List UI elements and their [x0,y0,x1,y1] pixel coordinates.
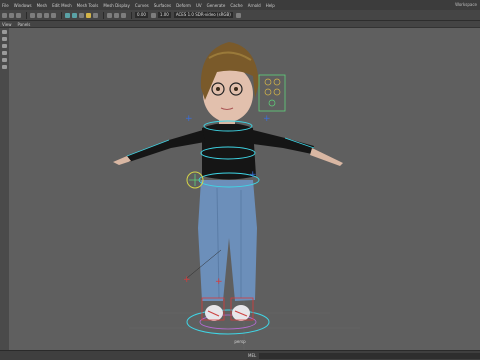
menu-help[interactable]: Help [266,3,275,8]
menu-mesh-tools[interactable]: Mesh Tools [77,3,99,8]
menu-edit-mesh[interactable]: Edit Mesh [52,3,72,8]
tool-box [0,28,9,350]
face-control-panel[interactable] [258,74,286,112]
left-shoulder-pole-marker[interactable]: + [185,114,193,124]
menu-mesh-display[interactable]: Mesh Display [103,3,130,8]
wireframe-icon[interactable] [65,12,70,18]
lights-icon[interactable] [86,12,91,18]
gate-mask-icon[interactable] [51,12,56,18]
gamma-field[interactable]: 1.00 [157,12,171,18]
panel-menu-panels[interactable]: Panels [18,22,31,27]
select-tool-icon[interactable] [2,30,7,34]
film-gate-icon[interactable] [37,12,42,18]
scale-tool-icon[interactable] [2,65,7,69]
mel-label[interactable]: MEL [248,353,256,358]
menu-curves[interactable]: Curves [135,3,149,8]
black-top [202,123,256,180]
root-control[interactable] [186,309,270,335]
jeans [198,180,257,301]
right-knee-pole-control[interactable]: + [215,277,223,287]
menu-mesh[interactable]: Mesh [37,3,48,8]
right-hand [310,148,343,166]
left-eye [216,87,220,91]
workspace-selector[interactable]: Workspace [455,2,477,7]
colorspace-dropdown[interactable]: ACES 1.0 SDR-video (sRGB) [173,12,233,18]
rotate-tool-icon[interactable] [2,58,7,62]
face-control[interactable] [268,99,276,107]
viewport-persp[interactable]: + + + + + [9,28,480,350]
textured-icon[interactable] [79,12,84,18]
face-control[interactable] [264,78,272,86]
menu-file[interactable]: File [2,3,9,8]
panel-menu-view[interactable]: View [2,22,12,27]
left-knee-pole-control[interactable]: + [183,275,191,285]
menu-surfaces[interactable]: Surfaces [154,3,171,8]
exposure-field[interactable]: 0.00 [135,12,148,18]
camera-name-label: persp [234,339,246,344]
right-eye [234,87,238,91]
xray-icon[interactable] [107,12,112,18]
gamma-icon[interactable] [150,12,156,18]
color-management-icon[interactable] [235,12,241,18]
left-shoe [205,305,223,321]
smooth-shade-icon[interactable] [72,12,77,18]
paint-select-icon[interactable] [2,44,7,48]
command-input[interactable] [259,352,480,359]
toolbar-divider [26,11,27,19]
lasso-tool-icon[interactable] [2,37,7,41]
resolution-gate-icon[interactable] [44,12,49,18]
spine-pole-marker[interactable]: + [249,170,257,180]
cog-cross[interactable] [189,174,201,186]
right-shoulder-pole-marker[interactable]: + [263,114,271,124]
toolbar-divider [61,11,62,19]
main-menu-bar: File Windows Mesh Edit Mesh Mesh Tools M… [0,0,480,10]
maya-window: File Windows Mesh Edit Mesh Mesh Tools M… [0,0,480,360]
jeans-mesh [198,180,257,301]
isolate-select-icon[interactable] [114,12,119,18]
toolbar-divider [103,11,104,19]
panel-menu-bar: View Panels [0,21,480,28]
toolbar-divider [131,11,132,19]
shadows-icon[interactable] [93,12,98,18]
face-control[interactable] [273,78,281,86]
menu-windows[interactable]: Windows [14,3,32,8]
face-control[interactable] [273,88,281,96]
bookmark-icon[interactable] [16,12,21,18]
face-control[interactable] [264,88,272,96]
grid-icon[interactable] [30,12,35,18]
right-sleeve [253,130,314,154]
menu-uv[interactable]: UV [196,3,202,8]
menu-cache[interactable]: Cache [230,3,242,8]
xray-joints-icon[interactable] [121,12,126,18]
menu-generate[interactable]: Generate [207,3,226,8]
command-line-bar: MEL [0,350,480,360]
panel-toolbar: 0.00 1.00 ACES 1.0 SDR-video (sRGB) [0,10,480,21]
left-sleeve [127,130,205,162]
camera-attributes-icon[interactable] [9,12,14,18]
character-viewport-drawing: + + + + + [113,42,360,350]
move-tool-icon[interactable] [2,51,7,55]
camera-icon[interactable] [2,12,7,18]
menu-deform[interactable]: Deform [176,3,191,8]
menu-arnold[interactable]: Arnold [248,3,261,8]
